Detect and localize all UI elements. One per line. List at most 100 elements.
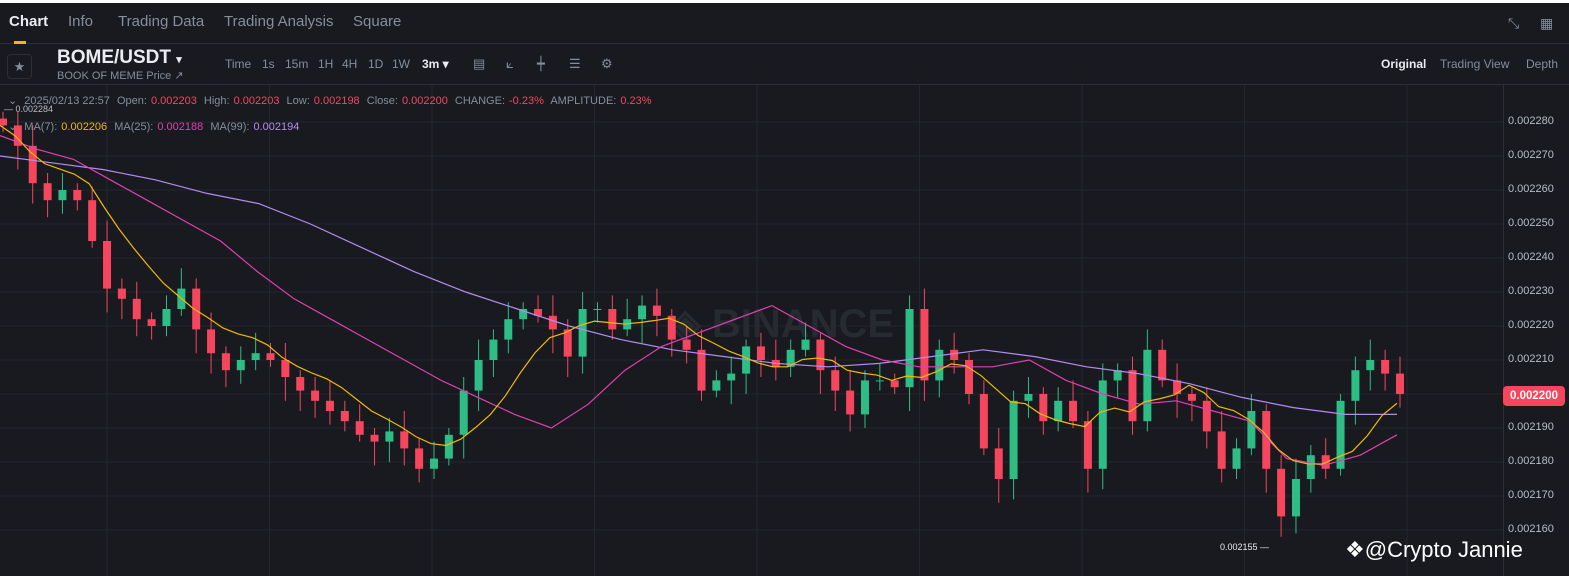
change-value: -0.23% bbox=[509, 95, 544, 107]
candle-up bbox=[1143, 349, 1152, 422]
low-marker-value: 0.002155 bbox=[1220, 542, 1258, 552]
candle-down bbox=[548, 315, 557, 330]
candle-up bbox=[251, 353, 260, 360]
timeframe-1d[interactable]: 1D bbox=[368, 57, 383, 71]
candle-down bbox=[994, 448, 1003, 479]
candle-type-icon[interactable]: ┿ bbox=[537, 56, 545, 72]
y-tick-label: 0.002180 bbox=[1508, 455, 1554, 467]
candle-down bbox=[652, 305, 661, 316]
candle-up bbox=[1232, 448, 1241, 469]
candle-down bbox=[1217, 431, 1226, 469]
candle-up bbox=[385, 431, 394, 442]
low-value: 0.002198 bbox=[313, 95, 360, 107]
candle-up bbox=[801, 339, 810, 350]
candle-down bbox=[1173, 380, 1182, 394]
close-label: Close: bbox=[366, 95, 398, 107]
y-tick-label: 0.002240 bbox=[1508, 251, 1554, 263]
change-label: CHANGE: bbox=[454, 95, 506, 107]
amplitude-value: 0.23% bbox=[620, 95, 652, 107]
candle-down bbox=[400, 431, 409, 449]
favorite-star-icon[interactable]: ★ bbox=[7, 54, 32, 79]
indicator-icon[interactable]: ⟀ bbox=[506, 56, 514, 72]
candle-up bbox=[236, 360, 245, 371]
candle-down bbox=[979, 394, 988, 449]
high-value: 0.002203 bbox=[233, 95, 280, 107]
candle-up bbox=[1054, 400, 1063, 422]
template-icon[interactable]: ☰ bbox=[569, 56, 581, 72]
candle-up bbox=[459, 390, 468, 435]
watermark: ❖@Crypto Jannie bbox=[1345, 537, 1523, 563]
candle-down bbox=[682, 339, 691, 350]
candle-down bbox=[311, 390, 320, 401]
low-marker: 0.002155 — bbox=[1220, 542, 1270, 552]
candle-up bbox=[593, 309, 602, 310]
candle-down bbox=[281, 360, 290, 377]
y-tick-label: 0.002250 bbox=[1508, 217, 1554, 229]
candle-down bbox=[325, 400, 334, 411]
candle-down bbox=[1039, 394, 1048, 422]
timeframe-1w[interactable]: 1W bbox=[392, 57, 410, 71]
tab-square[interactable]: Square bbox=[353, 13, 401, 30]
ma99-label: MA(99): bbox=[210, 121, 250, 133]
y-tick-label: 0.002230 bbox=[1508, 285, 1554, 297]
timeframe-3m-dropdown[interactable]: 3m ▾ bbox=[422, 57, 449, 71]
candle-down bbox=[266, 353, 275, 360]
candle-up bbox=[638, 305, 647, 320]
candle-up bbox=[1009, 400, 1018, 479]
candle-up bbox=[578, 309, 587, 357]
candle-up bbox=[860, 380, 869, 415]
calendar-icon[interactable]: ▤ bbox=[473, 56, 485, 72]
candle-up bbox=[875, 380, 884, 382]
pair-subtitle-link[interactable]: BOOK OF MEME Price ↗ bbox=[57, 69, 184, 82]
candle-down bbox=[846, 390, 855, 415]
view-original[interactable]: Original bbox=[1381, 57, 1426, 71]
view-trading-view[interactable]: Trading View bbox=[1440, 57, 1509, 71]
tab-trading-data[interactable]: Trading Data bbox=[118, 13, 204, 30]
timeframe-1s[interactable]: 1s bbox=[262, 57, 275, 71]
pair-symbol: BOME/USDT bbox=[57, 47, 171, 68]
high-marker: — 0.002284 bbox=[4, 104, 54, 114]
y-tick-label: 0.002170 bbox=[1508, 489, 1554, 501]
candle-down bbox=[340, 411, 349, 422]
ma25-line bbox=[0, 135, 1398, 467]
candle-up bbox=[1366, 360, 1375, 371]
collapse-icon[interactable]: ⤡ bbox=[1508, 15, 1519, 32]
tab-trading-analysis[interactable]: Trading Analysis bbox=[224, 13, 334, 30]
candle-up bbox=[1247, 411, 1256, 449]
candle-down bbox=[1187, 394, 1196, 401]
candle-down bbox=[415, 448, 424, 469]
tab-info[interactable]: Info bbox=[68, 13, 93, 30]
candle-up bbox=[504, 319, 513, 340]
top-tabs: Chart Info Trading Data Trading Analysis… bbox=[0, 0, 1569, 44]
price-axis-divider bbox=[1503, 85, 1504, 576]
candle-down bbox=[147, 319, 156, 326]
settings-icon[interactable]: ⚙ bbox=[601, 56, 613, 72]
layout-icon[interactable]: ▦ bbox=[1540, 15, 1553, 32]
candle-down bbox=[103, 241, 112, 289]
collapse-chevron-icon[interactable]: ⌄ bbox=[8, 121, 17, 133]
amplitude-label: AMPLITUDE: bbox=[550, 95, 617, 107]
view-depth[interactable]: Depth bbox=[1526, 57, 1558, 71]
candlestick-chart[interactable]: ◈ BINANCE bbox=[0, 85, 1503, 576]
timeframe-1h[interactable]: 1H bbox=[318, 57, 333, 71]
timeframe-15m[interactable]: 15m bbox=[285, 57, 308, 71]
ma99-value: 0.002194 bbox=[253, 121, 300, 133]
y-tick-label: 0.002190 bbox=[1508, 421, 1554, 433]
timeframe-4h[interactable]: 4H bbox=[342, 57, 357, 71]
candle-down bbox=[0, 118, 7, 126]
y-tick-label: 0.002210 bbox=[1508, 353, 1554, 365]
open-value: 0.002203 bbox=[150, 95, 197, 107]
ohlc-legend: ⌄ 2025/02/13 22:57 Open: 0.002203 High: 0.… bbox=[8, 94, 656, 107]
y-tick-label: 0.002260 bbox=[1508, 183, 1554, 195]
candle-down bbox=[43, 183, 52, 201]
candle-down bbox=[207, 329, 216, 354]
last-price-label: 0.002200 bbox=[1503, 386, 1565, 406]
high-label: High: bbox=[203, 95, 230, 107]
candle-up bbox=[935, 349, 944, 381]
pair-selector[interactable]: BOME/USDT ▾ bbox=[57, 47, 182, 69]
tab-chart[interactable]: Chart bbox=[9, 13, 48, 30]
candle-up bbox=[1291, 479, 1300, 517]
low-label: Low: bbox=[286, 95, 310, 107]
timeframe-time[interactable]: Time bbox=[225, 57, 251, 71]
candle-down bbox=[563, 329, 572, 357]
